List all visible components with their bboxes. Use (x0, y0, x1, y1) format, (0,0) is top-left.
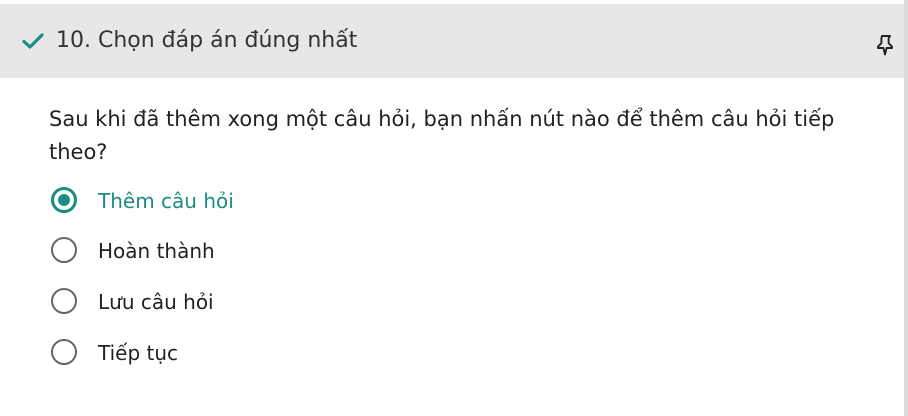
option-label: Thêm câu hỏi (98, 189, 234, 213)
radio-selected[interactable] (51, 187, 77, 213)
radio-dot (58, 194, 70, 206)
quiz-question-card: 10. Chọn đáp án đúng nhất Sau khi đã thê… (0, 0, 908, 416)
radio-unselected[interactable] (51, 237, 77, 263)
question-header: 10. Chọn đáp án đúng nhất (0, 4, 904, 78)
question-text: Sau khi đã thêm xong một câu hỏi, bạn nh… (49, 107, 835, 164)
option-label: Tiếp tục (98, 341, 179, 365)
pin-icon[interactable] (873, 33, 897, 57)
option-luu-cau-hoi[interactable]: Lưu câu hỏi (50, 287, 450, 319)
radio-unselected[interactable] (51, 339, 77, 365)
option-label: Lưu câu hỏi (98, 290, 214, 314)
option-label: Hoàn thành (98, 239, 215, 263)
radio-unselected[interactable] (51, 288, 77, 314)
question-title: 10. Chọn đáp án đúng nhất (56, 28, 358, 53)
option-tiep-tuc[interactable]: Tiếp tục (50, 338, 450, 370)
option-hoan-thanh[interactable]: Hoàn thành (50, 236, 450, 268)
option-them-cau-hoi[interactable]: Thêm câu hỏi (50, 186, 450, 218)
check-icon (22, 33, 44, 49)
